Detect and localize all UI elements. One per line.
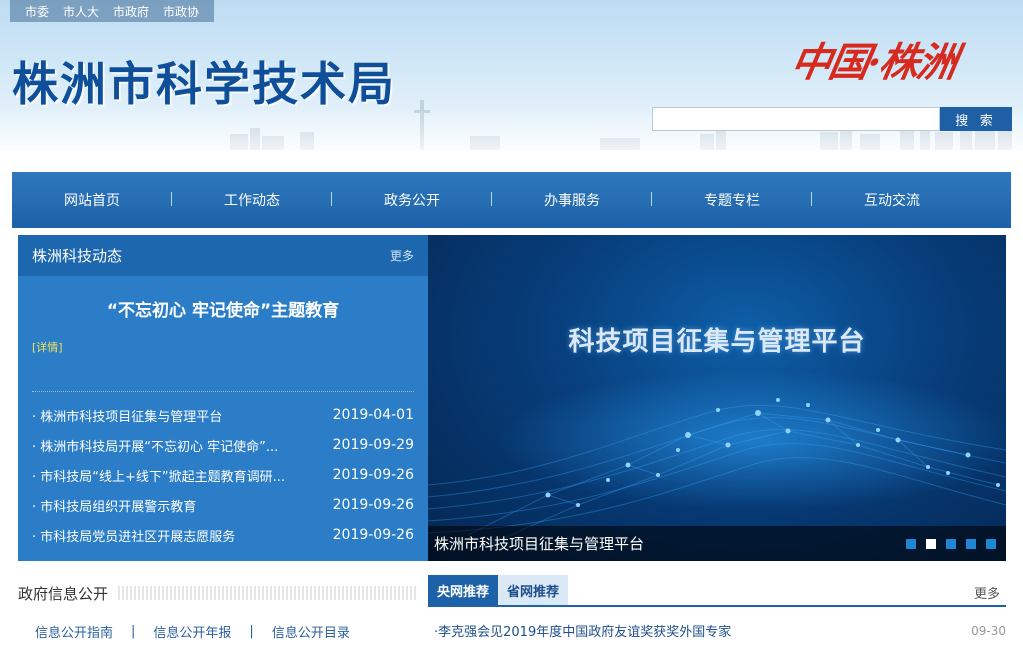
news-item-title[interactable]: · 株洲市科技局开展“不忘初心 牢记使命”... [32,436,317,455]
news-more-link[interactable]: 更多 [390,247,414,264]
slider-heading: 科技项目征集与管理平台 [568,327,866,357]
top-link-congress[interactable]: 市人大 [56,3,106,20]
slider-dot-1[interactable] [906,538,916,549]
news-list-item[interactable]: · 株洲市科技项目征集与管理平台 2019-04-01 [32,400,414,430]
nav-item-interaction[interactable]: 互动交流 [812,190,972,210]
nav-item-services[interactable]: 办事服务 [492,190,652,210]
recommend-tabs: 央网推荐 省网推荐 更多 [428,575,1006,607]
recommend-list-item[interactable]: ·李克强会见2019年度中国政府友谊奖获奖外国专家 09-30 [428,621,1006,641]
tech-news-panel: 株洲科技动态 更多 “不忘初心 牢记使命”主题教育 [详情] · 株洲市科技项目… [18,235,428,561]
gov-info-catalog-link[interactable]: 信息公开目录 [272,622,350,641]
news-item-title[interactable]: · 市科技局组织开展警示教育 [32,496,317,515]
gov-info-stripe [118,586,418,600]
link-separator: | [249,624,254,639]
tab-central-recommend[interactable]: 央网推荐 [428,575,499,605]
news-item-title[interactable]: · 株洲市科技项目征集与管理平台 [32,406,317,425]
news-item-date: 2019-09-26 [332,527,414,543]
top-link-committee[interactable]: 市委 [18,3,56,20]
recommend-item-title[interactable]: ·李克强会见2019年度中国政府友谊奖获奖外国专家 [434,621,731,640]
featured-news-detail-link[interactable]: [详情] [32,339,428,355]
news-list-item[interactable]: · 市科技局“线上+线下”掀起主题教育调研... 2019-09-26 [32,460,414,490]
news-item-date: 2019-09-26 [332,497,414,513]
slider-dots [906,538,1000,549]
news-divider [32,391,414,392]
slider-dot-4[interactable] [966,538,976,549]
gov-info-header: 政府信息公开 [18,580,418,606]
news-item-title[interactable]: · 市科技局“线上+线下”掀起主题教育调研... [32,466,317,485]
news-item-title[interactable]: · 市科技局党员进社区开展志愿服务 [32,526,317,545]
nav-item-home[interactable]: 网站首页 [12,190,172,210]
featured-news-title[interactable]: “不忘初心 牢记使命”主题教育 [18,296,428,321]
gov-info-annual-report-link[interactable]: 信息公开年报 [153,622,231,641]
tab-provincial-recommend[interactable]: 省网推荐 [498,575,569,605]
slider-dot-2[interactable] [926,538,936,549]
site-title[interactable]: 株洲市科学技术局 [12,48,396,114]
news-item-date: 2019-09-26 [332,467,414,483]
gov-info-links: 信息公开指南 | 信息公开年报 | 信息公开目录 [18,622,418,641]
top-link-cppcc[interactable]: 市政协 [156,3,206,20]
nav-item-work-news[interactable]: 工作动态 [172,190,332,210]
news-panel-header: 株洲科技动态 更多 [18,235,428,276]
site-header: 市委 市人大 市政府 市政协 株洲市科学技术局 中国·株洲 搜 索 [0,0,1023,150]
gov-info-title: 政府信息公开 [18,584,109,603]
news-panel-title: 株洲科技动态 [32,247,123,265]
nav-item-gov-affairs[interactable]: 政务公开 [332,190,492,210]
recommend-more-link[interactable]: 更多 [974,583,1000,602]
main-nav: 网站首页 工作动态 政务公开 办事服务 专题专栏 互动交流 [12,172,1011,228]
news-item-date: 2019-09-29 [332,437,414,453]
slider-caption-bar: 株洲市科技项目征集与管理平台 [428,526,1006,561]
news-list-item[interactable]: · 株洲市科技局开展“不忘初心 牢记使命”... 2019-09-29 [32,430,414,460]
link-separator: | [131,624,136,639]
gov-info-section: 政府信息公开 信息公开指南 | 信息公开年报 | 信息公开目录 [18,580,418,641]
news-list: · 株洲市科技项目征集与管理平台 2019-04-01 · 株洲市科技局开展“不… [18,400,428,550]
news-list-item[interactable]: · 市科技局党员进社区开展志愿服务 2019-09-26 [32,520,414,550]
image-slider[interactable]: 科技项目征集与管理平台 株洲市科技项目征集与管理平台 [428,235,1006,561]
top-links-bar: 市委 市人大 市政府 市政协 [10,0,215,22]
slider-caption[interactable]: 株洲市科技项目征集与管理平台 [434,533,644,554]
search-input[interactable] [652,107,940,131]
network-wave-graphic [428,370,1006,546]
slider-dot-5[interactable] [986,538,996,549]
zhuzhou-brand-logo: 中国·株洲 [787,39,960,86]
nav-item-topics[interactable]: 专题专栏 [652,190,812,210]
recommend-section: 央网推荐 省网推荐 更多 ·李克强会见2019年度中国政府友谊奖获奖外国专家 0… [428,575,1006,641]
news-list-item[interactable]: · 市科技局组织开展警示教育 2019-09-26 [32,490,414,520]
gov-info-guide-link[interactable]: 信息公开指南 [35,622,113,641]
top-link-government[interactable]: 市政府 [106,3,156,20]
slider-dot-3[interactable] [946,538,956,549]
news-item-date: 2019-04-01 [332,407,414,423]
search-button[interactable]: 搜 索 [940,107,1012,131]
recommend-item-date: 09-30 [971,623,1006,638]
